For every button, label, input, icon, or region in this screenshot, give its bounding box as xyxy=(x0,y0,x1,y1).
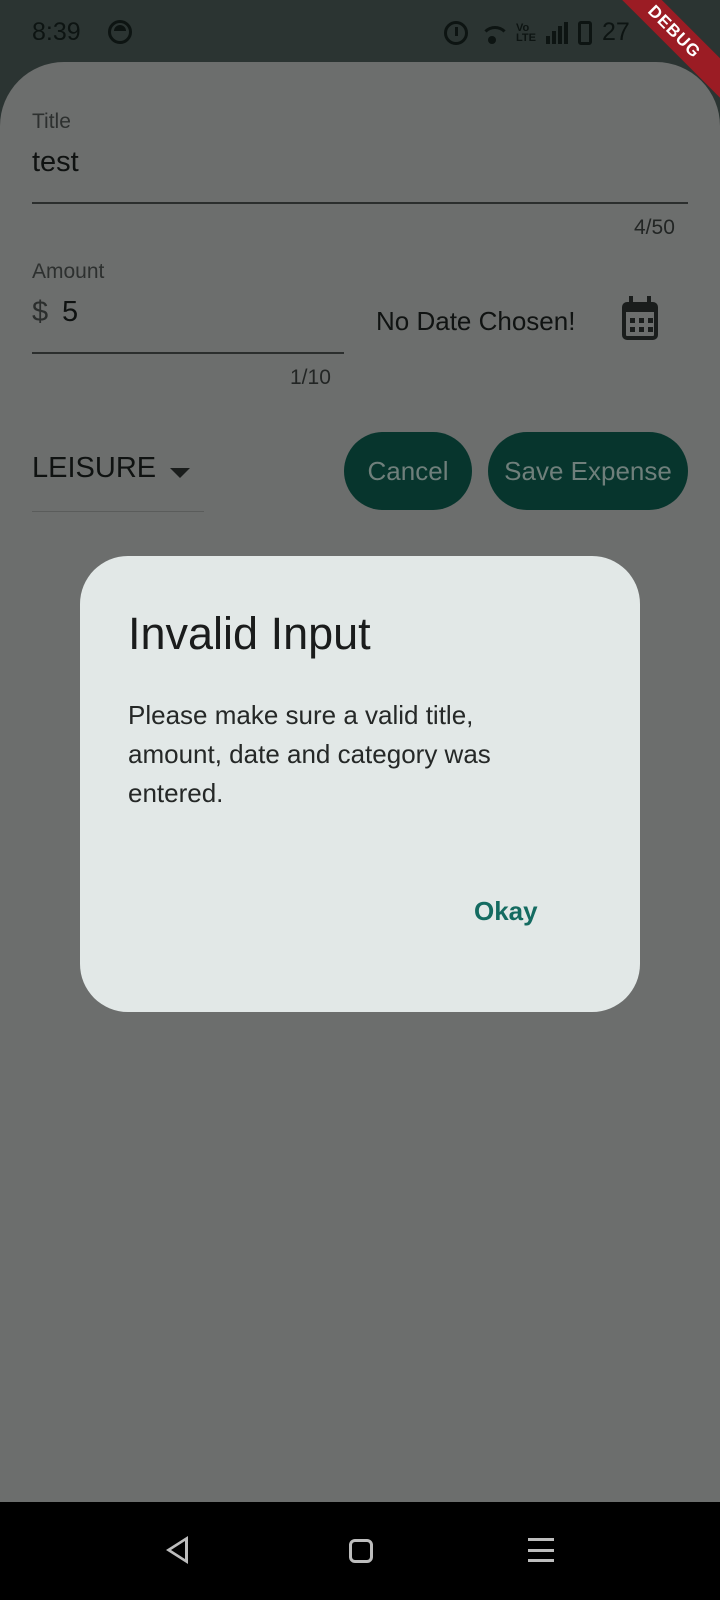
signal-icon xyxy=(546,21,568,44)
alarm-icon xyxy=(444,20,468,45)
status-time: 8:39 xyxy=(32,18,81,46)
amount-label: Amount xyxy=(32,260,105,283)
nav-back-icon[interactable] xyxy=(166,1536,188,1564)
status-bar: 8:39 Vo LTE 27 xyxy=(0,0,720,66)
save-expense-button[interactable]: Save Expense xyxy=(488,432,688,510)
navigation-bar xyxy=(0,1502,720,1600)
amount-counter: 1/10 xyxy=(290,366,331,389)
title-label: Title xyxy=(32,110,71,133)
invalid-input-dialog: Invalid Input Please make sure a valid t… xyxy=(80,556,640,1012)
category-underline xyxy=(32,511,204,512)
status-icons: Vo LTE 27 xyxy=(444,18,630,47)
title-underline xyxy=(32,202,688,204)
cancel-button[interactable]: Cancel xyxy=(344,432,472,510)
okay-button[interactable]: Okay xyxy=(466,892,546,931)
date-text: No Date Chosen! xyxy=(376,306,576,336)
dialog-title: Invalid Input xyxy=(128,608,371,659)
volte-icon: Vo LTE xyxy=(516,21,536,44)
notification-face-icon xyxy=(108,20,132,44)
amount-input[interactable]: 5 xyxy=(62,296,78,329)
amount-underline xyxy=(32,352,344,354)
dialog-message: Please make sure a valid title, amount, … xyxy=(128,700,491,808)
calendar-icon[interactable] xyxy=(622,296,658,340)
battery-percent: 27 xyxy=(602,18,630,46)
battery-icon xyxy=(578,20,592,45)
category-value: LEISURE xyxy=(32,452,157,484)
amount-prefix: $ xyxy=(32,296,49,328)
dropdown-arrow-icon xyxy=(170,468,190,478)
category-dropdown[interactable]: LEISURE xyxy=(32,452,202,504)
title-input[interactable]: test xyxy=(32,146,79,179)
wifi-icon xyxy=(478,22,510,44)
title-counter: 4/50 xyxy=(634,216,675,239)
nav-recents-icon[interactable] xyxy=(528,1538,554,1562)
nav-home-icon[interactable] xyxy=(349,1539,373,1563)
